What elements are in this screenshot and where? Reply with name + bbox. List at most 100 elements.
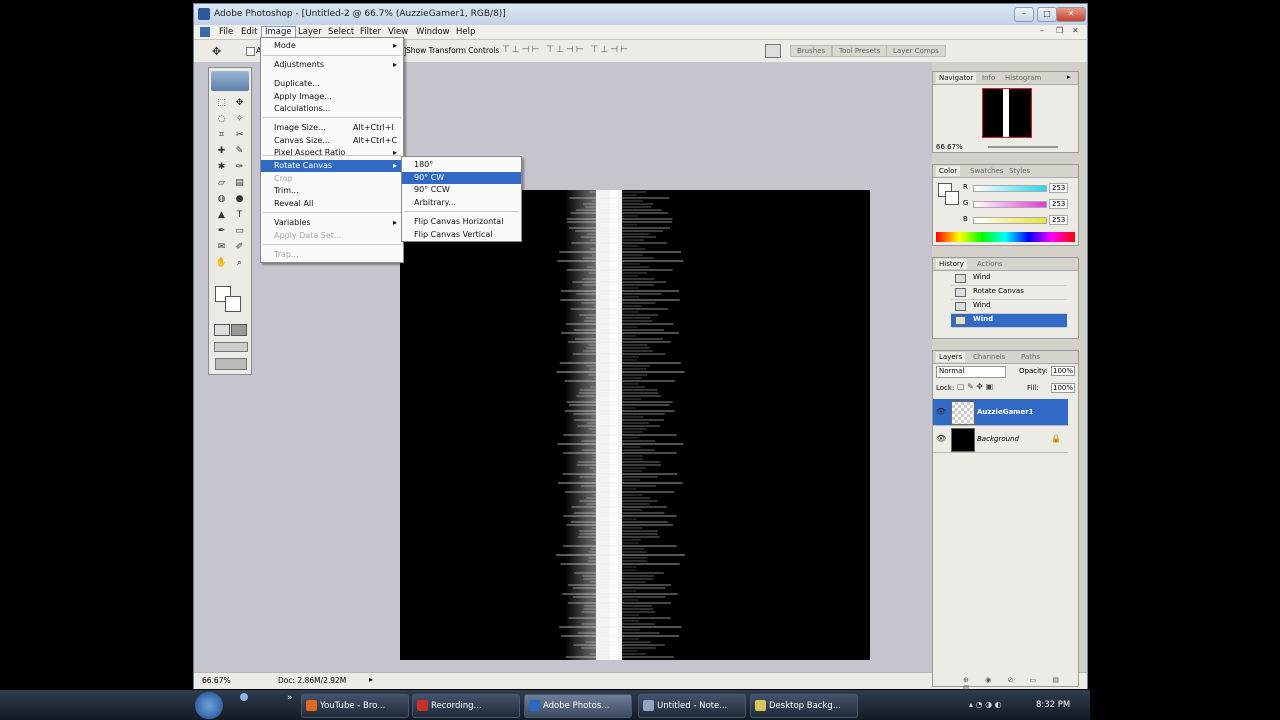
panel-menu-icon[interactable]: ▸ [1067, 73, 1071, 81]
slice-tool-icon[interactable]: ✂ [232, 129, 247, 142]
tab-paths[interactable]: Paths [1021, 352, 1040, 362]
title-bar[interactable]: Adobe Photoshop - [Untitled-2 @ 66.7% (A… [194, 4, 1087, 25]
tab-channels[interactable]: Channels [973, 352, 1005, 362]
layer-row[interactable]: 👁 Background 🔒 [933, 426, 1068, 453]
quicklaunch-chevron[interactable]: » [287, 693, 293, 703]
channel-slider-r[interactable] [973, 185, 1047, 192]
path-select-tool-icon[interactable]: ▲ [214, 209, 229, 222]
type-tool-icon[interactable]: T [232, 209, 247, 222]
taskbar-item[interactable]: Adobe Photos... [524, 694, 632, 718]
history-state[interactable]: Wind [951, 300, 1067, 314]
channel-value-g[interactable]: 253 [1049, 199, 1069, 209]
channel-value-r[interactable]: 253 [1049, 183, 1069, 193]
image-menu-item-adjustments[interactable]: Adjustments ▸ [261, 59, 403, 71]
tray-icons[interactable]: ▴ ◔ ◑ ◐ [969, 700, 1002, 709]
taskbar-item[interactable]: YouTube - Bro... [301, 694, 409, 718]
healing-tool-icon[interactable]: ✚ [214, 145, 229, 158]
auto-select-checkbox[interactable] [246, 47, 255, 56]
rotate-option-2[interactable]: 90° CCW [402, 184, 521, 196]
align-buttons-icon[interactable]: ⊤⊥⊣⊢ ⊤⊥⊣⊢ ⊤⊥⊣⊢ [502, 45, 630, 55]
image-menu-item-duplicate[interactable]: Duplicate... [261, 78, 403, 90]
tab-navigator[interactable]: Navigator [936, 73, 977, 83]
menu-file[interactable]: File [216, 26, 236, 38]
eraser-tool-icon[interactable]: ▱ [214, 177, 229, 190]
status-arrow-icon[interactable]: ▸ [369, 675, 373, 684]
image-menu-item-apply-data-set[interactable]: Apply Data Set... [261, 230, 403, 242]
rotate-option-4[interactable]: Flip Canvas Horizontal [402, 216, 521, 228]
rotate-option-1[interactable]: 90° CW [402, 172, 521, 184]
gradient-tool-icon[interactable]: ▤ [232, 177, 247, 190]
color-bg-swatch[interactable] [945, 191, 959, 205]
tab-brushes[interactable]: Brushes [790, 45, 833, 57]
image-menu-item-variables[interactable]: Variables ▸ [261, 217, 403, 229]
maximize-button[interactable]: □ [1037, 7, 1057, 22]
taskbar-item[interactable]: Desktop Backg... [750, 694, 858, 718]
navigator-zoom-slider[interactable] [988, 146, 1058, 148]
menu-edit[interactable]: Edit [238, 26, 260, 38]
doc-restore-button[interactable]: ❐ [1056, 26, 1063, 35]
opacity-input[interactable]: 100% [1051, 366, 1076, 376]
rotate-option-3[interactable]: Arbitrary... [402, 197, 521, 209]
visibility-eye-icon[interactable]: 👁 [936, 434, 946, 443]
layer-panel-buttons[interactable]: ⊕ ◉ ⊘ ▭ ▤ ▥ [963, 676, 1073, 692]
palette-well-icon[interactable] [765, 44, 781, 58]
image-menu-item-image-size[interactable]: Image Size... Alt+Ctrl+I [261, 122, 403, 134]
image-menu-item-rotate-canvas[interactable]: Rotate Canvas ▸ [261, 160, 403, 172]
navigator-zoom[interactable]: 66.67% [936, 143, 963, 151]
move-tool-preset-icon[interactable]: ✥ [212, 45, 221, 58]
menu-help[interactable]: Help [453, 26, 478, 38]
history-state[interactable]: Wind [951, 314, 1067, 328]
pen-tool-icon[interactable]: ✒ [214, 225, 229, 238]
background-color-swatch[interactable] [225, 296, 241, 312]
history-state[interactable]: Rotate Canvas [951, 286, 1067, 300]
taskbar-item[interactable]: Recording... [412, 694, 520, 718]
marquee-tool-icon[interactable]: ⬚ [214, 97, 229, 110]
tab-swatches[interactable]: Swatches [970, 166, 1003, 176]
tab-styles[interactable]: Styles [1009, 166, 1030, 176]
tab-tool-presets[interactable]: Tool Presets [832, 45, 888, 57]
close-button[interactable]: ✕ [1056, 7, 1086, 22]
clock[interactable]: 8:32 PM [1036, 700, 1070, 710]
taskbar-item[interactable]: Untitled - Note... [638, 694, 746, 718]
tab-actions[interactable]: Actions [977, 259, 1003, 269]
image-menu-item-trap[interactable]: Trap... [261, 249, 403, 261]
shape-tool-icon[interactable]: ▭ [232, 225, 247, 238]
magic-wand-tool-icon[interactable]: ✧ [232, 113, 247, 126]
tab-color[interactable]: Color [936, 166, 961, 176]
image-menu-item-crop[interactable]: Crop [261, 173, 403, 185]
channel-value-b[interactable]: 253 [1049, 215, 1069, 225]
tab-info[interactable]: Info [982, 73, 995, 83]
rotate-option-5[interactable]: Flip Canvas Vertical [402, 229, 521, 241]
zoom-tool-icon[interactable]: ⌕ [232, 257, 247, 270]
quick-mask-on-icon[interactable] [231, 324, 247, 336]
brush-tool-icon[interactable]: ✎ [232, 145, 247, 158]
hand-tool-icon[interactable]: ✋ [214, 257, 229, 270]
dodge-tool-icon[interactable]: ● [232, 193, 247, 206]
image-menu-item-apply-image[interactable]: Apply Image... [261, 91, 403, 103]
image-menu-item-reveal-all[interactable]: Reveal All [261, 198, 403, 210]
fill-input[interactable]: 100% [1051, 383, 1076, 393]
channel-slider-g[interactable] [973, 201, 1047, 208]
history-brush-tool-icon[interactable]: ✑ [232, 161, 247, 174]
color-spectrum-bar[interactable] [936, 232, 1075, 242]
rotate-option-0[interactable]: 180° [402, 159, 521, 171]
show-desktop-icon[interactable] [240, 693, 248, 701]
quick-mask-icon[interactable] [214, 324, 230, 336]
lasso-tool-icon[interactable]: ◌ [214, 113, 229, 126]
document-canvas[interactable] [400, 190, 870, 660]
image-menu-item-mode[interactable]: Mode ▸ [261, 40, 403, 52]
history-state[interactable]: Wind [951, 272, 1067, 286]
imageready-icon[interactable] [215, 358, 247, 370]
tab-layer-comps[interactable]: Layer Comps [886, 45, 946, 57]
navigator-thumbnail[interactable] [982, 88, 1032, 138]
blend-mode-select[interactable]: Normal [936, 366, 1006, 378]
lock-icons[interactable]: ▢ ✎ ✥ ▣ [957, 382, 993, 391]
tab-layers[interactable]: Layers [936, 352, 966, 362]
image-menu-item-pixel-aspect-ratio[interactable]: Pixel Aspect Ratio ▸ [261, 147, 403, 159]
channel-slider-b[interactable] [973, 217, 1047, 224]
stamp-tool-icon[interactable]: ✱ [214, 161, 229, 174]
image-menu-item-canvas-size[interactable]: Canvas Size... Alt+Ctrl+C [261, 135, 403, 147]
doc-minimize-button[interactable]: – [1040, 26, 1044, 35]
tab-history[interactable]: History [936, 259, 967, 269]
status-zoom[interactable]: 66.67% [202, 676, 231, 685]
